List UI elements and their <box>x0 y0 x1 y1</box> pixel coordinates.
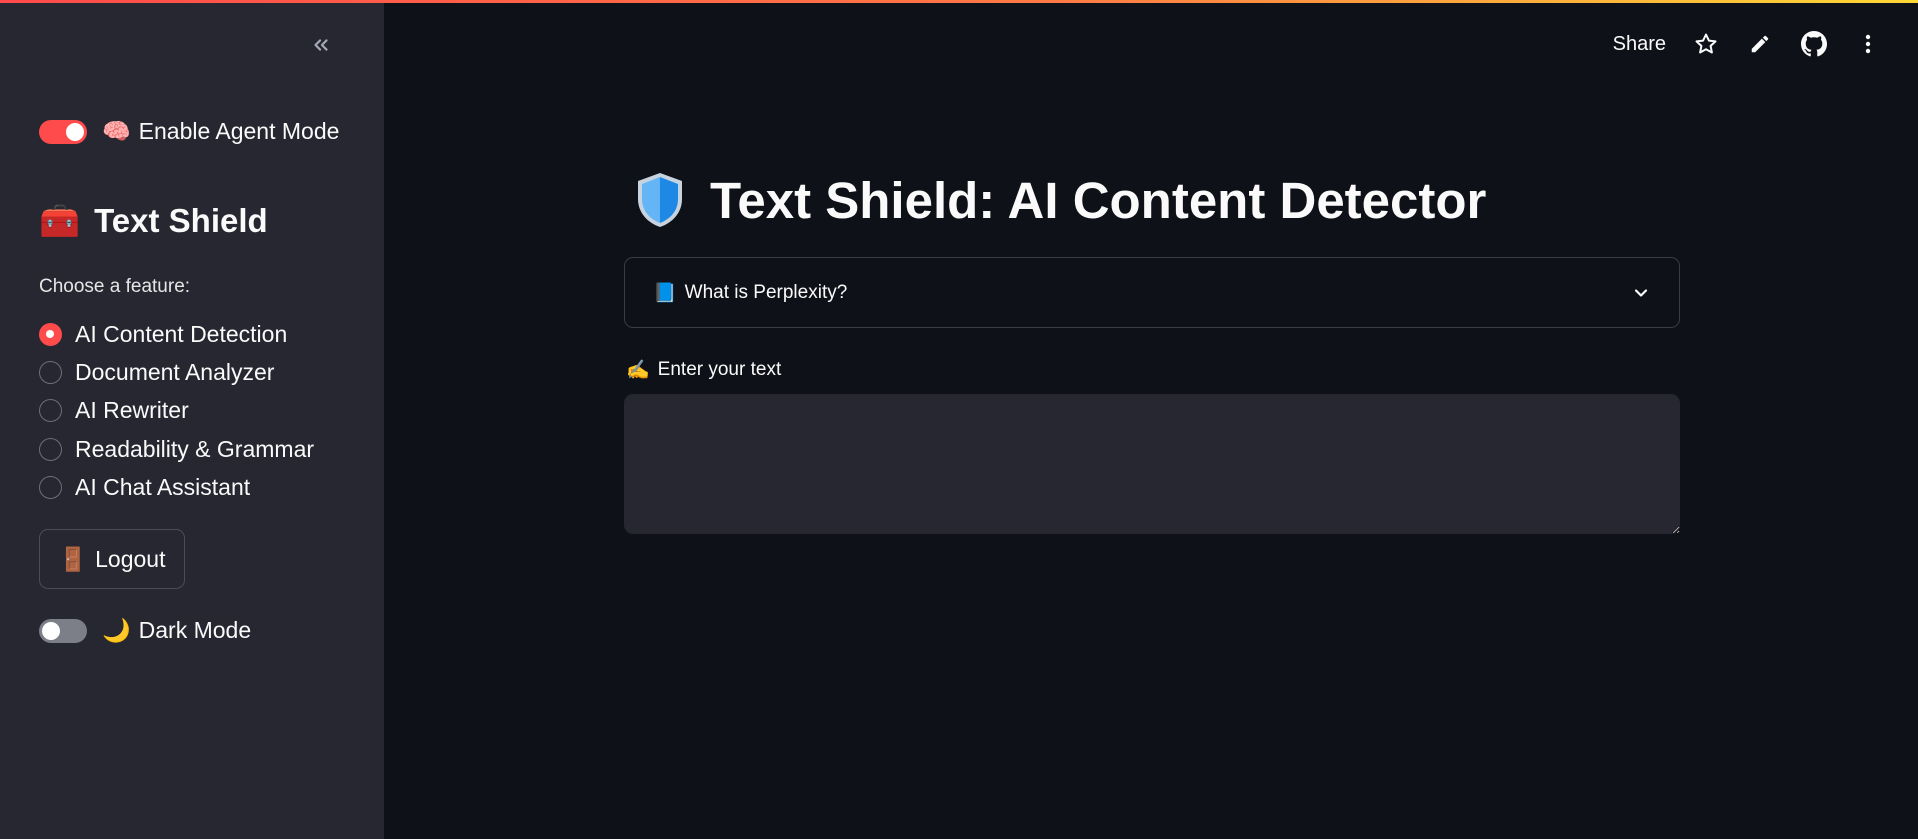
star-button[interactable] <box>1692 30 1720 58</box>
header-actions: Share <box>1613 26 1918 62</box>
shield-icon <box>638 173 682 227</box>
agent-mode-label: 🧠 Enable Agent Mode <box>102 118 339 145</box>
radio-unselected-icon <box>39 360 62 384</box>
main-content: Share Text Shield: AI Content Detector 📘… <box>384 0 1918 839</box>
star-icon <box>1695 33 1717 54</box>
feature-option-readability-grammar[interactable]: Readability & Grammar <box>39 434 314 464</box>
agent-mode-toggle[interactable] <box>39 120 87 144</box>
feature-option-ai-content-detection[interactable]: AI Content Detection <box>39 319 287 349</box>
feature-option-label: Readability & Grammar <box>75 435 315 462</box>
feature-option-label: AI Content Detection <box>75 320 288 347</box>
page-title-text: Text Shield: AI Content Detector <box>710 171 1487 229</box>
expander-label-text: What is Perplexity? <box>684 281 848 303</box>
toolbox-icon: 🧰 <box>39 202 81 239</box>
toggle-knob <box>42 622 60 640</box>
logout-label: Logout <box>95 545 166 572</box>
github-button[interactable] <box>1800 30 1828 58</box>
blue-book-icon: 📘 <box>653 282 677 304</box>
feature-option-label: AI Chat Assistant <box>75 473 251 500</box>
toggle-knob <box>66 123 84 141</box>
feature-option-label: AI Rewriter <box>75 396 189 423</box>
page-title: Text Shield: AI Content Detector <box>634 168 1486 232</box>
writing-hand-icon: ✍️ <box>626 360 650 381</box>
chevron-down-icon <box>1634 288 1648 297</box>
collapse-sidebar-button[interactable] <box>304 28 338 62</box>
expander-label: 📘 What is Perplexity? <box>653 281 1631 305</box>
feature-option-ai-chat-assistant[interactable]: AI Chat Assistant <box>39 472 250 502</box>
sidebar-title-text: Text Shield <box>94 202 268 239</box>
top-accent-bar <box>0 0 1918 3</box>
sidebar: 🧠 Enable Agent Mode 🧰 Text Shield Choose a… <box>0 0 384 839</box>
sidebar-title: 🧰 Text Shield <box>39 202 268 241</box>
brain-icon: 🧠 <box>102 118 131 144</box>
text-input-area[interactable] <box>624 394 1680 534</box>
text-input-label-text: Enter your text <box>657 359 782 380</box>
text-input-label: ✍️ Enter your text <box>626 358 781 382</box>
agent-mode-text: Enable Agent Mode <box>138 118 340 144</box>
radio-unselected-icon <box>39 437 62 461</box>
more-vertical-icon <box>1865 34 1871 54</box>
logout-button[interactable]: 🚪 Logout <box>39 529 185 589</box>
moon-icon: 🌙 <box>102 617 131 643</box>
main-menu-button[interactable] <box>1854 30 1882 58</box>
pencil-icon <box>1751 35 1769 53</box>
double-chevron-left-icon <box>314 39 328 51</box>
dark-mode-toggle[interactable] <box>39 619 87 643</box>
share-button[interactable]: Share <box>1613 33 1666 56</box>
dark-mode-label: 🌙 Dark Mode <box>102 617 251 644</box>
feature-option-ai-rewriter[interactable]: AI Rewriter <box>39 395 189 425</box>
perplexity-expander[interactable]: 📘 What is Perplexity? <box>624 257 1680 328</box>
radio-unselected-icon <box>39 398 62 422</box>
door-icon: 🚪 <box>58 545 88 572</box>
radio-selected-icon <box>39 322 62 346</box>
feature-prompt-label: Choose a feature: <box>39 276 191 297</box>
github-icon <box>1801 31 1827 57</box>
feature-option-document-analyzer[interactable]: Document Analyzer <box>39 357 274 387</box>
radio-unselected-icon <box>39 475 62 499</box>
dark-mode-text: Dark Mode <box>138 617 252 643</box>
edit-button[interactable] <box>1746 30 1774 58</box>
feature-option-label: Document Analyzer <box>75 358 275 385</box>
